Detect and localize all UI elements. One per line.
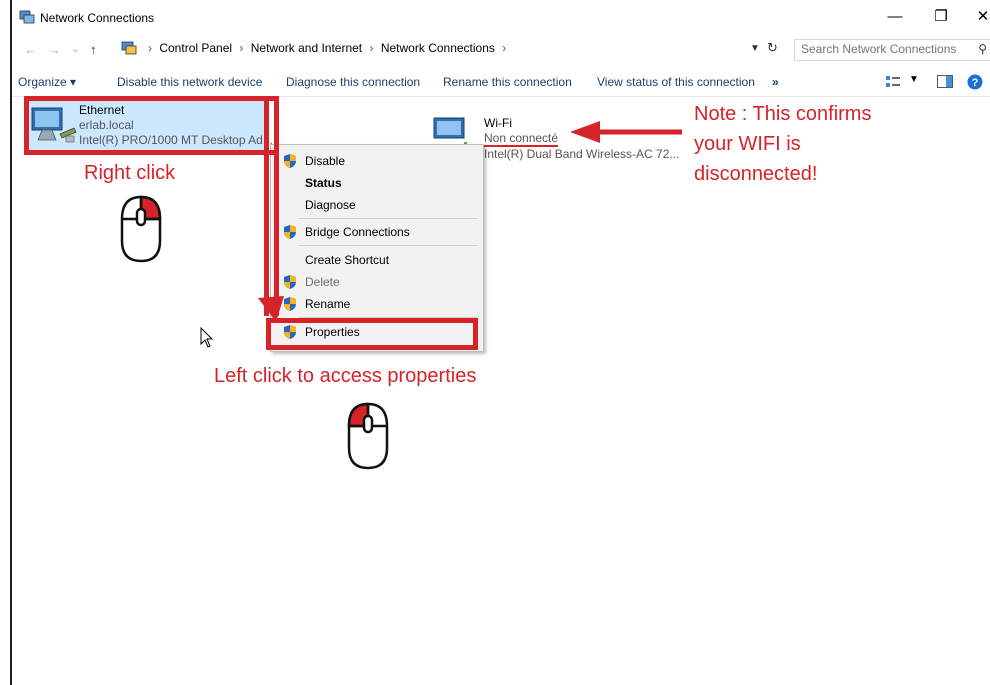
back-arrow-icon[interactable]: ← <box>24 42 37 57</box>
wifi-adapter: Intel(R) Dual Band Wireless-AC 72... <box>484 147 680 161</box>
explorer-window: Network Connections — ❐ ✕ ← → ⌄ ↑ › Cont… <box>10 0 990 685</box>
ethernet-highlight-box <box>24 96 279 155</box>
organize-button[interactable]: Organize ▾ <box>18 75 76 89</box>
note-line-1: Note : This confirms <box>694 103 872 125</box>
svg-text:?: ? <box>972 77 979 89</box>
menu-item-diagnose[interactable]: Diagnose <box>271 195 483 215</box>
breadcrumb-separator: › <box>239 41 244 55</box>
shield-icon <box>284 275 296 289</box>
view-status-button[interactable]: View status of this connection <box>597 75 755 89</box>
forward-arrow-icon[interactable]: → <box>48 42 61 57</box>
command-bar: Organize ▾ Disable this network device D… <box>12 66 990 97</box>
recent-locations-icon[interactable]: ⌄ <box>71 42 80 55</box>
title-bar: Network Connections — ❐ ✕ <box>12 0 990 34</box>
help-icon[interactable]: ? <box>967 74 983 90</box>
refresh-icon[interactable]: ↻ <box>767 40 778 56</box>
menu-separator <box>299 218 477 219</box>
connector-highlight <box>264 96 279 316</box>
breadcrumb-control-panel[interactable]: Control Panel <box>159 41 232 55</box>
address-dropdown-icon[interactable]: ▼ <box>750 43 760 54</box>
rename-connection-button[interactable]: Rename this connection <box>443 75 572 89</box>
network-connections-icon <box>19 10 35 24</box>
search-input[interactable] <box>795 40 961 58</box>
control-panel-icon <box>121 41 137 55</box>
right-click-mouse-icon <box>120 195 162 263</box>
menu-item-rename[interactable]: Rename <box>271 294 483 314</box>
menu-separator <box>299 245 477 246</box>
breadcrumb-separator: › <box>369 41 374 55</box>
search-icon[interactable]: ⚲ <box>978 42 987 56</box>
diagnose-connection-button[interactable]: Diagnose this connection <box>286 75 420 89</box>
menu-item-bridge[interactable]: Bridge Connections <box>271 222 483 242</box>
properties-highlight-box <box>266 318 478 350</box>
disable-device-button[interactable]: Disable this network device <box>117 75 262 89</box>
left-click-annotation: Left click to access properties <box>214 365 477 387</box>
menu-item-status[interactable]: Status <box>271 173 483 193</box>
shield-icon <box>284 154 296 168</box>
shield-icon <box>284 225 296 239</box>
breadcrumb-separator: › <box>148 41 152 55</box>
search-box[interactable]: ⚲ <box>794 39 990 61</box>
menu-item-disable[interactable]: Disable <box>271 151 483 171</box>
shield-icon <box>284 297 296 311</box>
mouse-cursor-icon <box>200 327 214 348</box>
menu-item-delete[interactable]: Delete <box>271 272 483 292</box>
wifi-status: Non connecté <box>484 131 559 147</box>
note-line-3: disconnected! <box>694 163 818 185</box>
maximize-button[interactable]: ❐ <box>918 4 964 30</box>
breadcrumb-separator: › <box>502 41 507 55</box>
wifi-name: Wi-Fi <box>484 116 512 130</box>
more-commands-button[interactable]: » <box>772 75 779 89</box>
menu-item-create-shortcut[interactable]: Create Shortcut <box>271 250 483 270</box>
breadcrumb[interactable]: › Control Panel › Network and Internet ›… <box>116 39 784 59</box>
close-button[interactable]: ✕ <box>960 4 990 30</box>
change-view-icon[interactable] <box>886 76 900 88</box>
up-arrow-icon[interactable]: ↑ <box>90 42 97 57</box>
view-dropdown-icon[interactable]: ▼ <box>909 74 919 85</box>
note-line-2: your WIFI is <box>694 133 801 155</box>
right-click-annotation: Right click <box>84 162 176 184</box>
preview-pane-icon[interactable] <box>937 75 953 88</box>
address-bar: ← → ⌄ ↑ › Control Panel › Network and In… <box>12 34 990 64</box>
window-title: Network Connections <box>40 11 155 25</box>
breadcrumb-network-and-internet[interactable]: Network and Internet <box>251 41 362 55</box>
minimize-button[interactable]: — <box>872 4 918 30</box>
breadcrumb-network-connections[interactable]: Network Connections <box>381 41 495 55</box>
left-click-mouse-icon <box>347 402 389 470</box>
